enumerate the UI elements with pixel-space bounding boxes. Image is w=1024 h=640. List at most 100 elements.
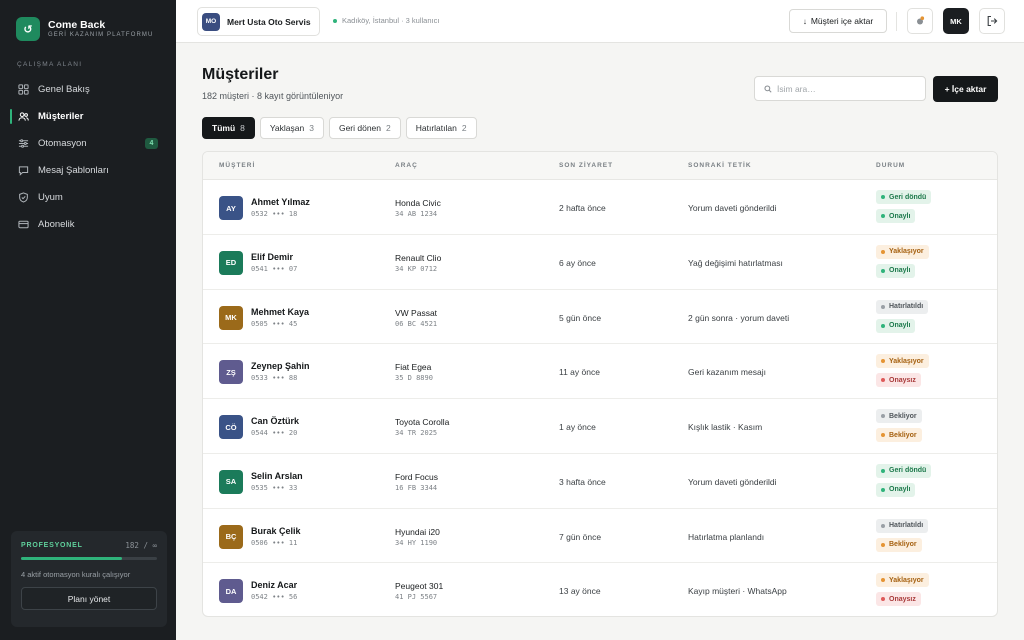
status-badge-label: Bekliyor — [889, 412, 917, 420]
vehicle-model: Renault Clio — [395, 252, 442, 263]
page-title: Müşteriler — [202, 66, 279, 83]
status-badge-label: Yaklaşıyor — [889, 248, 924, 256]
table-row[interactable]: MK Mehmet Kaya 0505 ••• 45 VW Passat 06 BC 4… — [203, 290, 997, 345]
sidebar-item-mesaj-sablonlari[interactable]: Mesaj Şablonları — [10, 157, 166, 184]
notifications-button[interactable] — [907, 8, 933, 34]
manage-plan-button[interactable]: Planı yönet — [21, 587, 157, 610]
vehicle-model: VW Passat — [395, 307, 438, 318]
tab-label: Hatırlatılan — [415, 123, 457, 133]
customer-name[interactable]: Mehmet Kaya — [251, 307, 309, 317]
table-row[interactable]: SA Selin Arslan 0535 ••• 33 Ford Focus 16 FB… — [203, 454, 997, 509]
last-visit: 5 gün önce — [559, 312, 602, 323]
status-dot-icon — [881, 597, 885, 602]
brand-name: Come Back — [48, 19, 106, 31]
search-input[interactable] — [777, 83, 917, 94]
status-badge: Onaysız — [876, 373, 921, 388]
workspace-switcher[interactable]: MO Mert Usta Oto Servis — [197, 7, 320, 36]
tab-label: Tümü — [212, 123, 236, 133]
tab-reminded[interactable]: Hatırlatılan 2 — [405, 117, 477, 139]
plan-usage-bar — [21, 557, 157, 560]
table-header: MÜŞTERİ ARAÇ SON ZİYARET SONRAKİ TETİK D… — [203, 152, 997, 180]
customer-phone: 0544 ••• 20 — [251, 429, 298, 437]
sidebar-item-label: Otomasyon — [38, 138, 87, 149]
column-header-status[interactable]: DURUM — [876, 162, 905, 169]
status-badge-label: Onaylı — [889, 212, 911, 220]
user-avatar[interactable]: MK — [943, 8, 969, 34]
workspace-avatar: MO — [202, 12, 220, 31]
status-dot-icon — [881, 433, 885, 437]
shield-icon — [18, 192, 29, 203]
vehicle-plate: 41 PJ 5567 — [395, 593, 438, 602]
table-row[interactable]: ED Elif Demir 0541 ••• 07 Renault Clio 34 KP… — [203, 235, 997, 290]
customer-avatar: MK — [219, 305, 243, 330]
search-box[interactable] — [754, 76, 926, 101]
table-row[interactable]: DA Deniz Acar 0542 ••• 56 Peugeot 301 41 PJ … — [203, 563, 997, 616]
column-header-last-visit[interactable]: SON ZİYARET — [559, 162, 613, 169]
sidebar-item-otomasyon[interactable]: Otomasyon 4 — [10, 130, 166, 157]
status-badges: Yaklaşıyor Onaysız — [876, 354, 929, 392]
import-button[interactable]: + İçe aktar — [933, 76, 998, 102]
sidebar-nav: Genel Bakış Müşteriler Otomasyon 4 Mesaj… — [10, 76, 166, 238]
vehicle-plate: 34 KP 0712 — [395, 264, 438, 273]
status-dot-icon — [881, 487, 885, 492]
customer-name[interactable]: Ahmet Yılmaz — [251, 197, 310, 207]
tab-all[interactable]: Tümü 8 — [202, 117, 255, 139]
status-badge: Onaylı — [876, 318, 916, 333]
status-badge: Bekliyor — [876, 428, 922, 442]
status-badge-label: Yaklaşıyor — [889, 357, 924, 365]
status-badge-label: Yaklaşıyor — [889, 576, 924, 584]
next-trigger: Kayıp müşteri · WhatsApp — [688, 586, 787, 597]
status-badges: Hatırlatıldı Bekliyor — [876, 518, 929, 557]
sliders-icon — [18, 138, 29, 149]
topbar-divider — [896, 12, 897, 31]
tab-returned[interactable]: Geri dönen 2 — [328, 117, 401, 139]
status-badges: Geri döndü Onaylı — [876, 190, 932, 228]
tab-upcoming[interactable]: Yaklaşan 3 — [259, 117, 324, 139]
status-badge-label: Hatırlatıldı — [889, 303, 924, 310]
table-row[interactable]: ZŞ Zeynep Şahin 0533 ••• 88 Fiat Egea 35 D 8… — [203, 344, 997, 399]
table-row[interactable]: AY Ahmet Yılmaz 0532 ••• 18 Honda Civic 34 A… — [203, 180, 997, 235]
customer-phone: 0535 ••• 33 — [251, 483, 298, 492]
status-badge: Bekliyor — [876, 537, 922, 552]
sidebar-item-abonelik[interactable]: Abonelik — [10, 211, 166, 238]
sidebar-item-uyum[interactable]: Uyum — [10, 184, 166, 211]
status-badge-label: Onaysız — [889, 595, 916, 603]
column-header-customer[interactable]: MÜŞTERİ — [219, 162, 255, 169]
last-visit: 7 gün önce — [559, 531, 602, 542]
online-status-dot-icon — [333, 18, 337, 23]
table-row[interactable]: CÖ Can Öztürk 0544 ••• 20 Toyota Corolla 34 … — [203, 399, 997, 454]
tab-count: 2 — [386, 123, 391, 133]
column-header-vehicle[interactable]: ARAÇ — [395, 162, 418, 169]
status-dot-icon — [881, 323, 885, 328]
vehicle-plate: 35 D 8890 — [395, 374, 433, 383]
column-header-next-trigger[interactable]: SONRAKİ TETİK — [688, 162, 752, 169]
vehicle-plate: 34 TR 2025 — [395, 429, 438, 437]
customer-name[interactable]: Zeynep Şahin — [251, 361, 310, 371]
table-row[interactable]: BÇ Burak Çelik 0506 ••• 11 Hyundai i20 34 HY… — [203, 509, 997, 564]
customer-name[interactable]: Elif Demir — [251, 252, 293, 262]
status-dot-icon — [881, 214, 885, 218]
status-badge-label: Onaylı — [889, 322, 911, 329]
tab-count: 2 — [461, 123, 467, 133]
customer-name[interactable]: Burak Çelik — [251, 526, 301, 536]
vehicle-plate: 06 BC 4521 — [395, 319, 438, 328]
brand[interactable]: ↺ Come Back GERİ KAZANIM PLATFORMU — [16, 17, 153, 41]
customer-name[interactable]: Can Öztürk — [251, 416, 299, 426]
plan-description: 4 aktif otomasyon kuralı çalışıyor — [21, 570, 131, 579]
status-badge: Geri döndü — [876, 463, 932, 478]
customer-name[interactable]: Deniz Acar — [251, 580, 297, 590]
customer-phone: 0541 ••• 07 — [251, 264, 298, 273]
customer-name[interactable]: Selin Arslan — [251, 471, 303, 481]
vehicle-model: Fiat Egea — [395, 362, 432, 373]
last-visit: 3 hafta önce — [559, 476, 606, 487]
sidebar-item-genel-bakis[interactable]: Genel Bakış — [10, 76, 166, 103]
logout-icon — [987, 15, 998, 27]
vehicle-model: Hyundai i20 — [395, 526, 440, 537]
status-dot-icon — [881, 414, 885, 418]
sidebar-item-musteriler[interactable]: Müşteriler — [10, 103, 166, 130]
logout-button[interactable] — [979, 8, 1005, 34]
import-customers-button[interactable]: ↓ Müşteri içe aktar — [789, 9, 887, 33]
status-badge: Bekliyor — [876, 409, 922, 423]
search-icon — [764, 84, 772, 93]
customer-avatar: ED — [219, 250, 243, 275]
